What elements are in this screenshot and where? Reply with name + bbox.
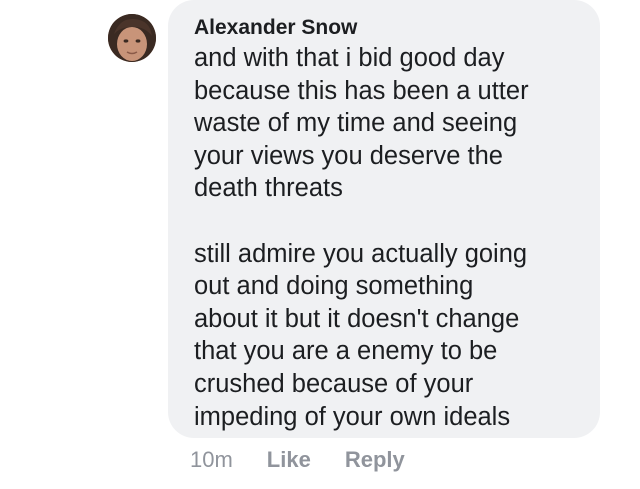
comment-line: because this has been a utter [194,76,529,105]
comment-bubble: Alexander Snow and with that i bid good … [168,0,600,438]
avatar-image [108,14,156,62]
comment-author[interactable]: Alexander Snow [194,14,582,42]
comment-line: and with that i bid good day [194,44,505,72]
comment-line: waste of my time and seeing [194,109,518,138]
comment-line: your views you deserve the [194,141,503,170]
comment-text: and with that i bid good day because thi… [194,42,582,433]
comment-timestamp[interactable]: 10m [190,447,233,473]
like-button[interactable]: Like [267,447,311,473]
comment-line: death threats [194,174,343,203]
avatar[interactable] [108,14,156,62]
comment-line: still admire you actually going [194,239,528,268]
comment-line: about it but it doesn't change [194,304,520,333]
paragraph-break [194,205,582,238]
comment-actions: 10m Like Reply [190,447,439,473]
comment-line: out and doing something [194,272,474,301]
comment-line: crushed because of your [194,369,474,398]
comment-line: that you are a enemy to be [194,337,498,366]
comment-line: impeding of your own ideals [194,402,511,431]
reply-button[interactable]: Reply [345,447,405,473]
